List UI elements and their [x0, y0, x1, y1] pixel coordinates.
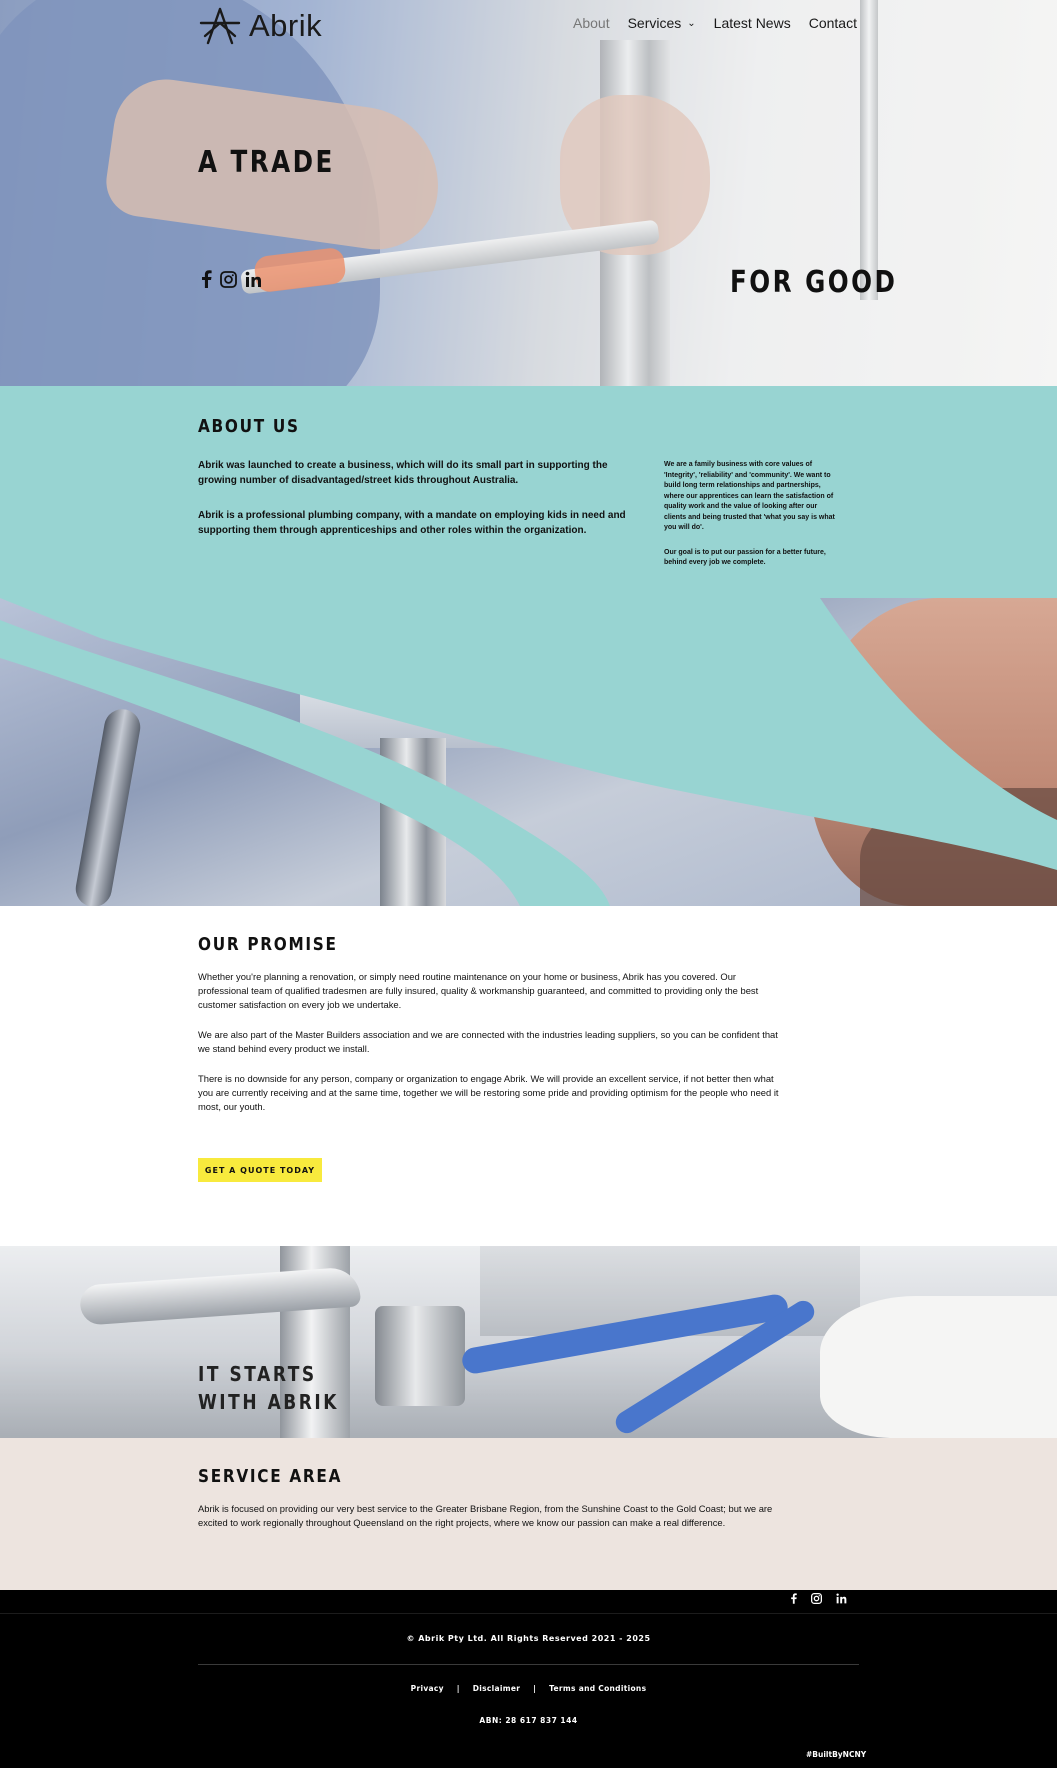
- footer-link-separator: |: [456, 1684, 460, 1693]
- promise-section: OUR PROMISE Whether you're planning a re…: [0, 906, 1057, 1246]
- promise-body: Whether you're planning a renovation, or…: [198, 970, 788, 1130]
- logo-text: Abrik: [249, 8, 323, 43]
- nav-item-contact[interactable]: Contact: [809, 15, 857, 31]
- about-paragraph: Abrik is a professional plumbing company…: [198, 510, 626, 536]
- hero-section: Abrik About Services ⌄ Latest News Conta…: [0, 0, 1057, 386]
- built-by-link[interactable]: #BuiltByNCNY: [806, 1750, 866, 1759]
- about-paragraph: Abrik was launched to create a business,…: [198, 460, 608, 486]
- about-main-text: Abrik was launched to create a business,…: [198, 458, 628, 558]
- footer-social-links: [790, 1593, 847, 1607]
- promise-paragraph: Whether you're planning a renovation, or…: [198, 971, 759, 1010]
- photo-overlay: [0, 1246, 1057, 1438]
- main-nav: About Services ⌄ Latest News Contact: [573, 15, 875, 31]
- service-area-body: Abrik is focused on providing our very b…: [198, 1503, 773, 1528]
- facebook-icon[interactable]: [790, 1593, 797, 1607]
- service-area-section: SERVICE AREA Abrik is focused on providi…: [0, 1438, 1057, 1590]
- footer-abn: ABN: 28 617 837 144: [479, 1716, 578, 1725]
- nav-item-services[interactable]: Services ⌄: [628, 15, 696, 31]
- site-logo[interactable]: Abrik: [197, 6, 322, 46]
- about-section: ABOUT US Abrik was launched to create a …: [0, 386, 1057, 598]
- footer-copyright: © Abrik Pty Ltd. All Rights Reserved 202…: [406, 1634, 651, 1643]
- promise-heading: OUR PROMISE: [198, 934, 338, 955]
- linkedin-icon[interactable]: [836, 1593, 847, 1607]
- about-values-text: We are a family business with core value…: [664, 460, 840, 583]
- chevron-down-icon: ⌄: [687, 17, 696, 29]
- tools-photo-band: IT STARTS WITH ABRIK: [0, 1246, 1057, 1438]
- about-values-paragraph: We are a family business with core value…: [664, 461, 835, 531]
- footer-divider: [198, 1664, 859, 1665]
- get-quote-button[interactable]: GET A QUOTE TODAY: [198, 1158, 322, 1182]
- about-values-paragraph: Our goal is to put our passion for a bet…: [664, 548, 826, 567]
- nav-item-latest-news[interactable]: Latest News: [714, 15, 791, 31]
- plumber-photo-band: [0, 598, 1057, 906]
- footer-divider: [0, 1613, 1057, 1614]
- linkedin-icon[interactable]: [245, 271, 262, 293]
- instagram-icon[interactable]: [220, 270, 237, 293]
- banner-title-line: WITH ABRIK: [198, 1390, 340, 1414]
- footer-links: Privacy | Disclaimer | Terms and Conditi…: [0, 1684, 1057, 1693]
- site-footer: © Abrik Pty Ltd. All Rights Reserved 202…: [0, 1590, 1057, 1768]
- hero-title-right: FOR GOOD: [730, 265, 898, 300]
- facebook-icon[interactable]: [200, 270, 212, 293]
- promise-paragraph: There is no downside for any person, com…: [198, 1073, 779, 1112]
- banner-title: IT STARTS WITH ABRIK: [198, 1360, 339, 1416]
- hero-title-left: A TRADE: [198, 145, 335, 180]
- nav-item-services-label: Services: [627, 15, 682, 31]
- footer-link-separator: |: [533, 1684, 537, 1693]
- hero-overlay: [0, 0, 1057, 386]
- promise-paragraph: We are also part of the Master Builders …: [198, 1029, 778, 1054]
- footer-link-privacy[interactable]: Privacy: [411, 1684, 444, 1693]
- nav-item-about[interactable]: About: [573, 15, 610, 31]
- about-heading: ABOUT US: [198, 416, 300, 437]
- teal-swoosh-graphic: [0, 598, 1057, 906]
- abrik-logo-icon: [199, 7, 241, 45]
- instagram-icon[interactable]: [811, 1593, 822, 1607]
- footer-link-disclaimer[interactable]: Disclaimer: [473, 1684, 521, 1693]
- service-area-heading: SERVICE AREA: [198, 1466, 343, 1487]
- hero-social-links: [200, 270, 262, 293]
- footer-link-terms[interactable]: Terms and Conditions: [549, 1684, 646, 1693]
- banner-title-line: IT STARTS: [198, 1362, 317, 1386]
